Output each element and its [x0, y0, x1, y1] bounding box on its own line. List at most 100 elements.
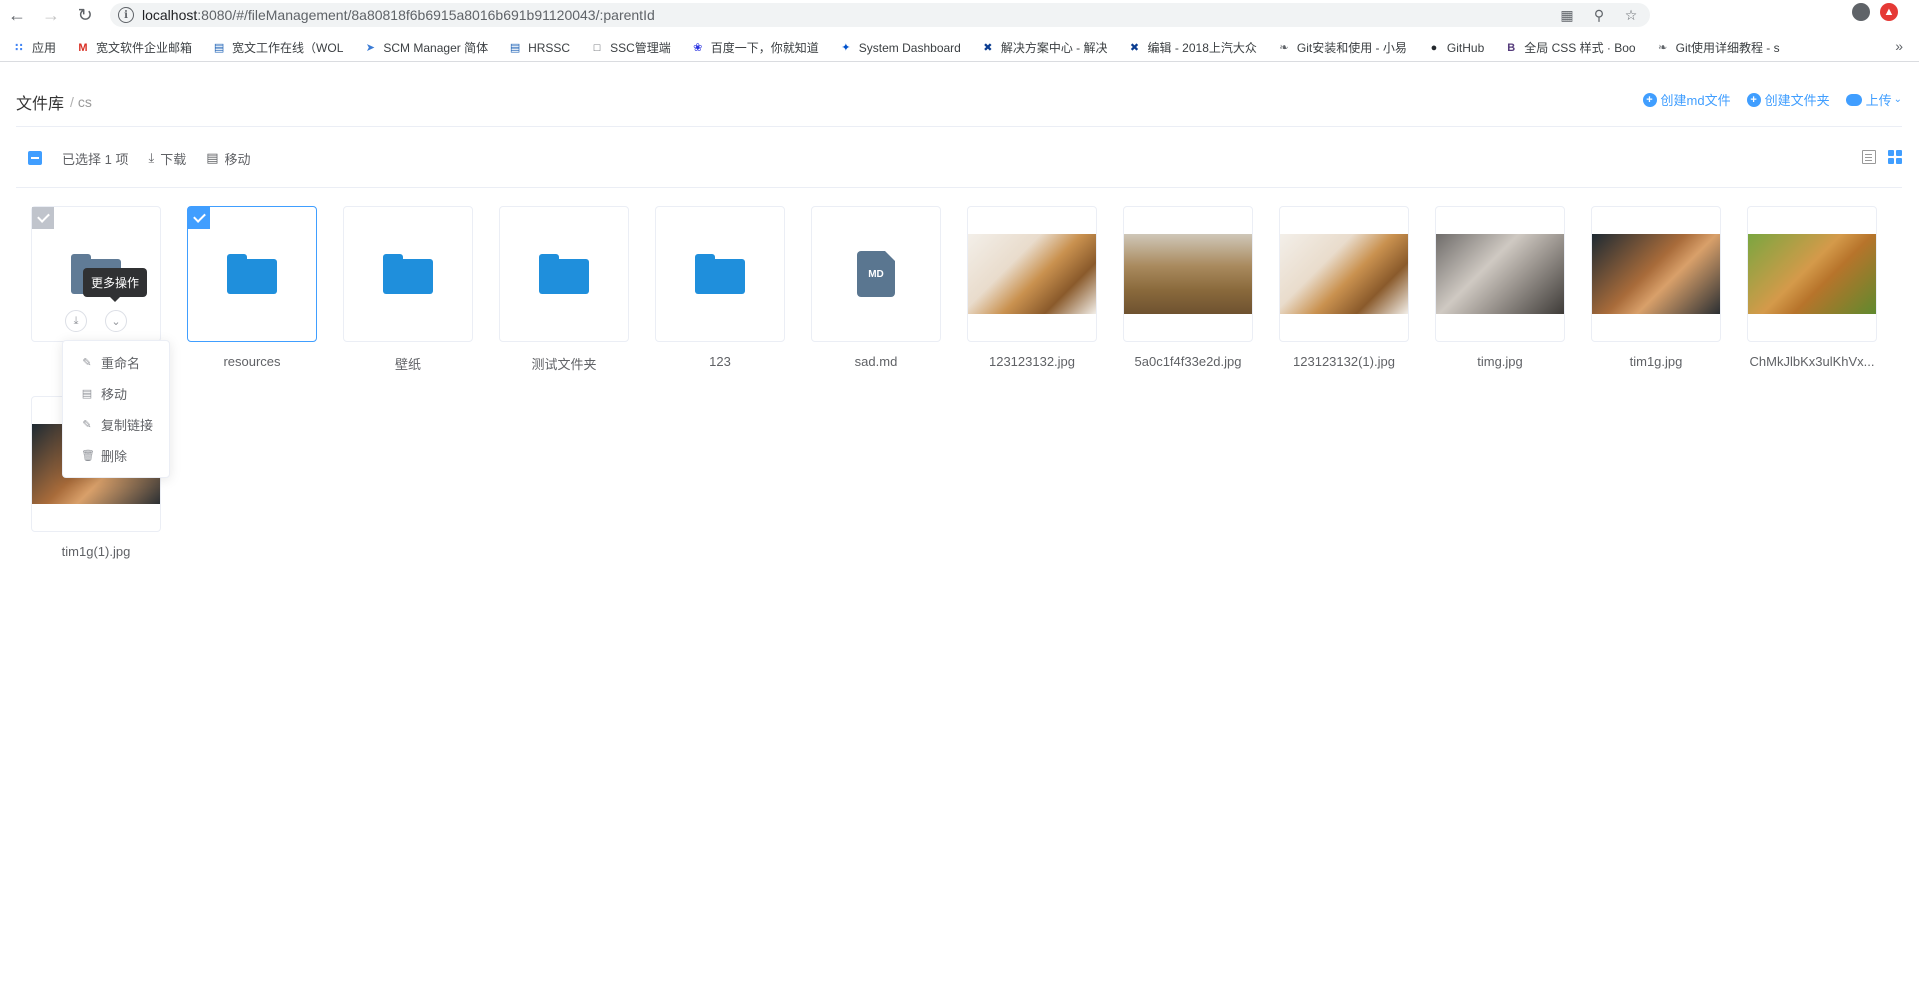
file-name: 123 [709, 354, 731, 369]
download-icon[interactable]: ⤓ [65, 310, 87, 332]
bookmark-item[interactable]: ✦ System Dashboard [839, 41, 961, 55]
bookmark-item[interactable]: ● GitHub [1427, 41, 1485, 55]
grid-view-icon[interactable] [1888, 150, 1902, 164]
create-md-label: 创建md文件 [1660, 93, 1731, 108]
document-icon: ▤ [81, 388, 93, 400]
apps-grid-icon: ∷ [15, 42, 23, 54]
file-tile[interactable] [1747, 206, 1877, 342]
bookmark-item[interactable]: ❀ 百度一下，你就知道 [691, 39, 819, 56]
plus-circle-icon: + [1746, 92, 1761, 107]
tile-checkbox[interactable] [32, 207, 54, 229]
liao-icon: ❧ [1658, 42, 1668, 54]
selection-toolbar: 已选择 1 项 ⤓ 下载 ▤ 移动 [16, 148, 271, 168]
back-arrow-icon[interactable]: ← [0, 0, 34, 30]
more-actions-menu: ✎ 重命名 ▤ 移动 ✎ 复制链接 🗑 删除 [62, 340, 170, 478]
menu-rename[interactable]: ✎ 重命名 [63, 347, 169, 378]
breadcrumb-root[interactable]: 文件库 [16, 90, 64, 114]
wol-icon: ▤ [213, 42, 225, 54]
download-icon: ⤓ [148, 150, 155, 165]
download-button[interactable]: ⤓ 下载 [148, 149, 186, 168]
file-tile[interactable] [1279, 206, 1409, 342]
bookmark-item[interactable]: □ SSC管理端 [590, 39, 671, 56]
liao-icon: ❧ [1279, 42, 1289, 54]
breadcrumb: 文件库 / cs [16, 90, 92, 114]
bookmark-label: SSC管理端 [610, 41, 671, 55]
file-tile[interactable]: MD [811, 206, 941, 342]
file-tile[interactable] [343, 206, 473, 342]
page-icon: □ [593, 41, 601, 54]
bootstrap-icon: B [1507, 41, 1516, 54]
hrssc-icon: ▤ [509, 42, 521, 54]
bookmark-label: HRSSC [528, 40, 571, 55]
bookmark-label: Git使用详细教程 - s [1675, 41, 1780, 55]
browser-toolbar: ← → ↻ i localhost:8080/#/fileManagement/… [0, 0, 1919, 30]
translate-icon[interactable]: ▦ [1558, 6, 1576, 24]
zoom-icon[interactable]: ⚲ [1590, 6, 1608, 24]
bookmark-item[interactable]: ∷ 应用 [12, 39, 56, 56]
folder-icon [539, 254, 589, 294]
menu-delete-label: 删除 [101, 449, 128, 464]
bookmark-item[interactable]: ▤ HRSSC [508, 41, 570, 55]
select-all-checkbox[interactable] [28, 151, 42, 165]
file-tile[interactable] [1435, 206, 1565, 342]
selected-count: 已选择 1 项 [62, 151, 129, 167]
menu-rename-label: 重命名 [101, 356, 141, 371]
menu-move-label: 移动 [101, 387, 128, 402]
bookmark-item[interactable]: ▤ 宽文工作在线（WOL [212, 39, 344, 56]
info-icon[interactable]: i [118, 7, 134, 23]
github-icon: ● [1430, 41, 1438, 54]
menu-copy-link-label: 复制链接 [101, 418, 154, 433]
file-tile[interactable] [187, 206, 317, 342]
link-icon: ✎ [82, 419, 92, 431]
file-tile[interactable] [1591, 206, 1721, 342]
file-name: resources [223, 354, 281, 369]
file-tile[interactable] [1123, 206, 1253, 342]
breadcrumb-separator: / [70, 94, 74, 110]
list-view-icon[interactable] [1862, 150, 1876, 164]
address-bar[interactable]: i localhost:8080/#/fileManagement/8a8081… [110, 3, 1650, 27]
upload-button[interactable]: 上传 ⌄ [1845, 90, 1902, 109]
create-folder-button[interactable]: + 创建文件夹 [1746, 90, 1830, 109]
bookmark-item[interactable]: B 全局 CSS 样式 · Boo [1504, 39, 1635, 56]
bookmark-item[interactable]: ✖ 解决方案中心 - 解决 [981, 39, 1108, 56]
bookmark-item[interactable]: ✖ 编辑 - 2018上汽大众 [1128, 39, 1257, 56]
bookmark-label: 全局 CSS 样式 · Boo [1524, 41, 1636, 55]
file-name: ChMkJlbKx3ulKhVx... [1749, 354, 1875, 369]
x-icon: ✖ [983, 42, 993, 54]
bookmark-item[interactable]: ➤ SCM Manager 简体 [363, 39, 488, 56]
file-name: tim1g.jpg [1629, 354, 1683, 369]
profile-avatar-icon[interactable] [1852, 3, 1870, 21]
bookmark-label: System Dashboard [858, 40, 961, 55]
chevron-down-icon[interactable]: ⌄ [105, 310, 127, 332]
tile-hover-controls: ⤓ ⌄ [65, 310, 127, 332]
file-tile[interactable] [967, 206, 1097, 342]
url-host: localhost [142, 7, 198, 23]
extension-icon[interactable]: ▲ [1880, 3, 1898, 21]
file-tile[interactable] [655, 206, 785, 342]
menu-delete[interactable]: 🗑 删除 [63, 440, 169, 471]
bookmark-item[interactable]: ❧ Git安装和使用 - 小易 [1277, 39, 1407, 56]
bookmark-item[interactable]: M 宽文软件企业邮箱 [76, 39, 192, 56]
scm-icon: ➤ [365, 42, 375, 54]
file-name: 5a0c1f4f33e2d.jpg [1134, 354, 1242, 369]
file-name: timg.jpg [1477, 354, 1523, 369]
image-thumbnail [1748, 234, 1876, 314]
menu-copy-link[interactable]: ✎ 复制链接 [63, 409, 169, 440]
chevron-down-icon: ⌄ [1893, 94, 1902, 105]
move-button[interactable]: ▤ 移动 [206, 149, 250, 168]
star-icon[interactable]: ☆ [1622, 6, 1640, 24]
bookmark-label: 解决方案中心 - 解决 [1000, 41, 1108, 55]
bookmarks-bar: ∷ 应用 M 宽文软件企业邮箱 ▤ 宽文工作在线（WOL ➤ SCM Manager 简体 ▤ H… [0, 34, 1919, 62]
bookmark-item[interactable]: ❧ Git使用详细教程 - s [1656, 39, 1780, 56]
file-tile[interactable] [499, 206, 629, 342]
tile-checkbox[interactable] [188, 207, 210, 229]
trash-icon: 🗑 [81, 450, 95, 462]
bookmarks-overflow-icon[interactable]: » [1895, 38, 1903, 54]
url-path: :8080/#/fileManagement/8a80818f6b6915a80… [197, 7, 655, 23]
reload-icon[interactable]: ↻ [68, 0, 102, 30]
move-label: 移动 [224, 151, 251, 167]
menu-move[interactable]: ▤ 移动 [63, 378, 169, 409]
create-md-button[interactable]: + 创建md文件 [1642, 90, 1731, 109]
forward-arrow-icon[interactable]: → [34, 0, 68, 30]
baidu-icon: ❀ [693, 42, 703, 54]
